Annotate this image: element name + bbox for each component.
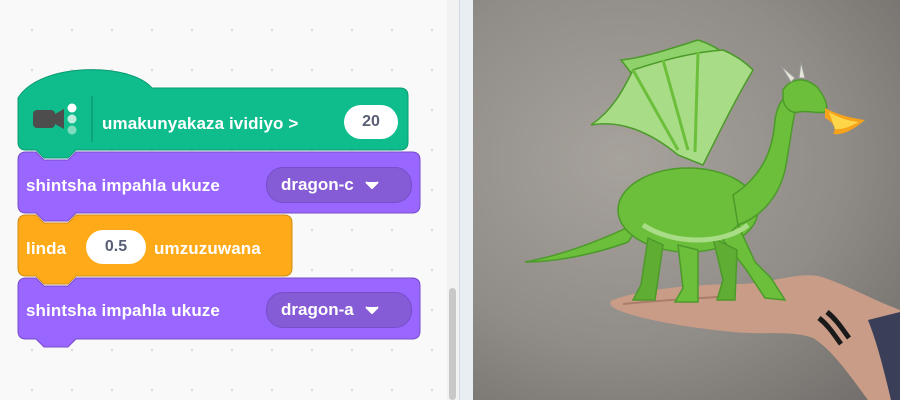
video-motion-value-input[interactable]: 20 (344, 105, 398, 139)
chevron-down-icon (365, 181, 379, 189)
chevron-down-icon (365, 306, 379, 314)
wait-seconds-input[interactable]: 0.5 (86, 230, 146, 264)
wait-block-label: linda (26, 239, 67, 258)
stage-scene (524, 39, 900, 400)
dragon-sprite[interactable] (524, 39, 865, 303)
costume-1-dropdown[interactable]: dragon-c (266, 167, 412, 203)
panel-divider (459, 0, 474, 400)
costume-2-dropdown[interactable]: dragon-a (266, 292, 412, 328)
wait-block-suffix: umzuzuwana (154, 239, 261, 258)
costume-block-2-label: shintsha impahla ukuze (26, 301, 220, 320)
code-area[interactable]: umakunyakaza ividiyo > 20 shintsha impah… (0, 0, 447, 400)
stage[interactable] (473, 0, 900, 400)
costume-block-1-label: shintsha impahla ukuze (26, 176, 220, 195)
code-area-scrollbar[interactable] (449, 288, 456, 400)
hat-block-label: umakunyakaza ividiyo > (102, 114, 299, 133)
costume-2-dropdown-value: dragon-a (281, 300, 354, 319)
costume-1-dropdown-value: dragon-c (281, 175, 354, 194)
